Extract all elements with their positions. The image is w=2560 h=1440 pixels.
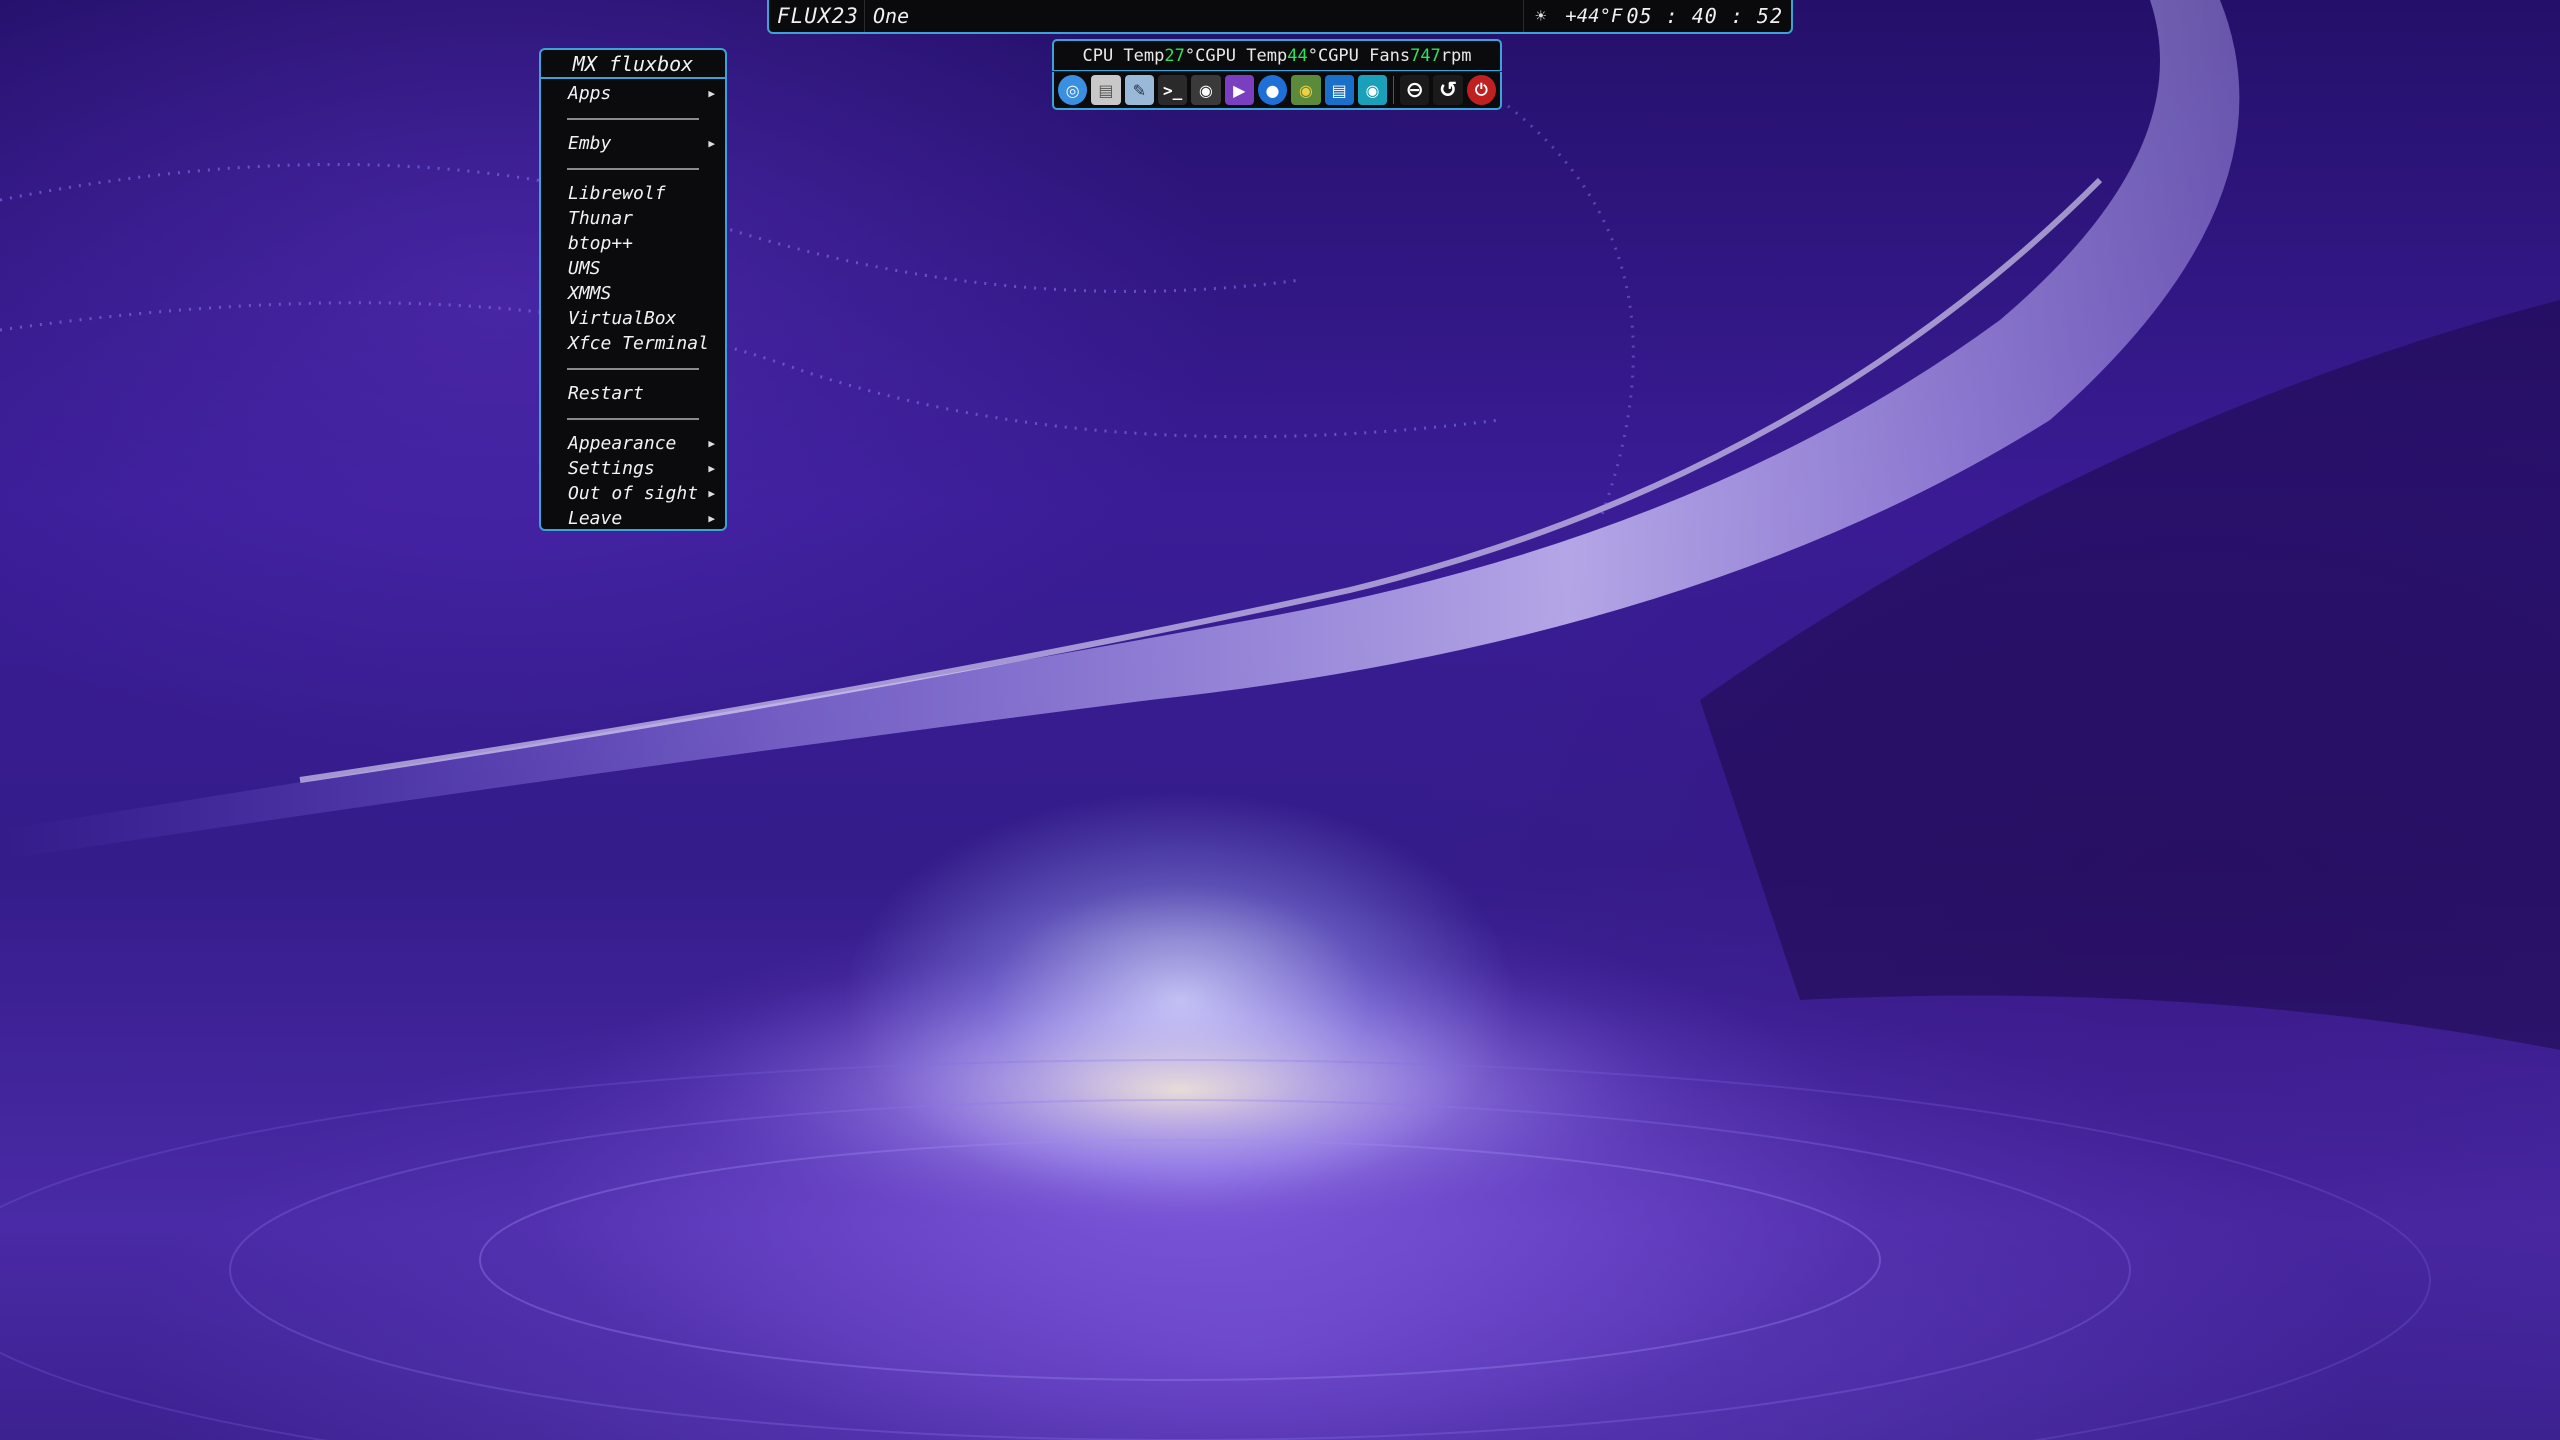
menu-item-label: Out of sight bbox=[568, 483, 699, 504]
menu-item-label: btop++ bbox=[568, 233, 634, 254]
gpu-fan-unit: rpm bbox=[1440, 45, 1472, 66]
refresh-icon[interactable]: ↺ bbox=[1433, 75, 1463, 105]
menu-item-label: VirtualBox bbox=[568, 308, 677, 329]
menu-item-label: Apps bbox=[568, 83, 612, 104]
gaming-icon[interactable]: ◉ bbox=[1191, 75, 1221, 105]
top-toolbar: FLUX23 One ☀ +44°F 05 : 40 : 52 bbox=[767, 0, 1793, 34]
submenu-arrow-icon: ▶ bbox=[708, 487, 715, 500]
menu-item-restart[interactable]: Restart bbox=[541, 381, 725, 406]
menu-item-leave[interactable]: Leave ▶ bbox=[541, 506, 725, 531]
menu-item-btop[interactable]: btop++ bbox=[541, 231, 725, 256]
terminal-icon[interactable]: >_ bbox=[1157, 75, 1188, 105]
workspace-name[interactable]: One bbox=[865, 4, 909, 28]
globe-icon[interactable]: ● bbox=[1257, 75, 1288, 105]
dock-separator bbox=[1393, 76, 1395, 104]
cpu-temp-unit: °C bbox=[1184, 45, 1206, 66]
menu-item-label: UMS bbox=[568, 258, 601, 279]
menu-item-xfce-terminal[interactable]: Xfce Terminal bbox=[541, 331, 725, 356]
system-monitor-icon[interactable]: ▤ bbox=[1324, 75, 1354, 105]
menu-item-label: Xfce Terminal bbox=[568, 333, 709, 354]
file-manager-icon[interactable]: ▤ bbox=[1091, 75, 1121, 105]
power-icon[interactable]: ⏻ bbox=[1466, 75, 1497, 105]
gpu-temp-unit: °C bbox=[1307, 45, 1329, 66]
root-menu: MX fluxbox Apps ▶ Emby ▶ Librewolf Thunar btop… bbox=[539, 48, 727, 531]
submenu-arrow-icon: ▶ bbox=[708, 87, 715, 100]
minus-circle-icon[interactable]: ⊖ bbox=[1400, 75, 1430, 105]
submenu-arrow-icon: ▶ bbox=[708, 137, 715, 150]
menu-item-virtualbox[interactable]: VirtualBox bbox=[541, 306, 725, 331]
menu-item-label: Thunar bbox=[568, 208, 634, 229]
menu-item-label: Emby bbox=[568, 133, 612, 154]
media-server-icon[interactable]: ◉ bbox=[1291, 75, 1321, 105]
menu-item-label: XMMS bbox=[568, 283, 612, 304]
menu-separator bbox=[541, 356, 725, 381]
wallpaper-art bbox=[0, 0, 2560, 1440]
text-editor-icon[interactable]: ✎ bbox=[1124, 75, 1154, 105]
root-menu-list: Apps ▶ Emby ▶ Librewolf Thunar btop++ UMS XMMS Vi… bbox=[541, 79, 725, 531]
menu-item-librewolf[interactable]: Librewolf bbox=[541, 181, 725, 206]
menu-item-label: Librewolf bbox=[568, 183, 666, 204]
submenu-arrow-icon: ▶ bbox=[708, 462, 715, 475]
menu-item-apps[interactable]: Apps ▶ bbox=[541, 81, 725, 106]
screenshot-icon[interactable]: ◉ bbox=[1357, 75, 1388, 105]
cpu-temp-label: CPU Temp bbox=[1082, 45, 1165, 66]
menu-separator bbox=[541, 106, 725, 131]
menu-item-label: Leave bbox=[568, 508, 623, 529]
menu-item-label: Restart bbox=[568, 383, 644, 404]
media-player-icon[interactable]: ▶ bbox=[1224, 75, 1254, 105]
menu-item-xmms[interactable]: XMMS bbox=[541, 281, 725, 306]
cpu-temp-value: 27 bbox=[1164, 45, 1185, 66]
submenu-arrow-icon: ▶ bbox=[708, 512, 715, 525]
root-menu-title: MX fluxbox bbox=[541, 50, 725, 79]
menu-item-appearance[interactable]: Appearance ▶ bbox=[541, 431, 725, 456]
gpu-temp-value: 44 bbox=[1287, 45, 1308, 66]
toolbar-logo[interactable]: FLUX23 bbox=[769, 0, 865, 32]
sun-icon[interactable]: ☀ bbox=[1523, 0, 1557, 32]
clock[interactable]: 05 : 40 : 52 bbox=[1627, 4, 1792, 28]
menu-item-emby[interactable]: Emby ▶ bbox=[541, 131, 725, 156]
menu-separator bbox=[541, 156, 725, 181]
sensor-readout: CPU Temp 27 °C GPU Temp 44 °C GPU Fans 747… bbox=[1052, 39, 1502, 71]
gpu-fan-label: GPU Fans bbox=[1328, 45, 1411, 66]
menu-item-settings[interactable]: Settings ▶ bbox=[541, 456, 725, 481]
launcher-dock: ◎ ▤ ✎ >_ ◉ ▶ ● ◉ ▤ ◉ ⊖ ↺ ⏻ bbox=[1052, 72, 1502, 110]
submenu-arrow-icon: ▶ bbox=[708, 437, 715, 450]
weather-temperature: +44°F bbox=[1565, 5, 1623, 27]
gpu-fan-value: 747 bbox=[1410, 45, 1441, 66]
menu-item-out-of-sight[interactable]: Out of sight ▶ bbox=[541, 481, 725, 506]
browser-icon[interactable]: ◎ bbox=[1058, 75, 1088, 105]
gpu-temp-label: GPU Temp bbox=[1205, 45, 1288, 66]
desktop-wallpaper bbox=[0, 0, 2560, 1440]
menu-item-label: Settings bbox=[568, 458, 655, 479]
menu-separator bbox=[541, 406, 725, 431]
menu-item-thunar[interactable]: Thunar bbox=[541, 206, 725, 231]
menu-item-label: Appearance bbox=[568, 433, 677, 454]
menu-item-ums[interactable]: UMS bbox=[541, 256, 725, 281]
